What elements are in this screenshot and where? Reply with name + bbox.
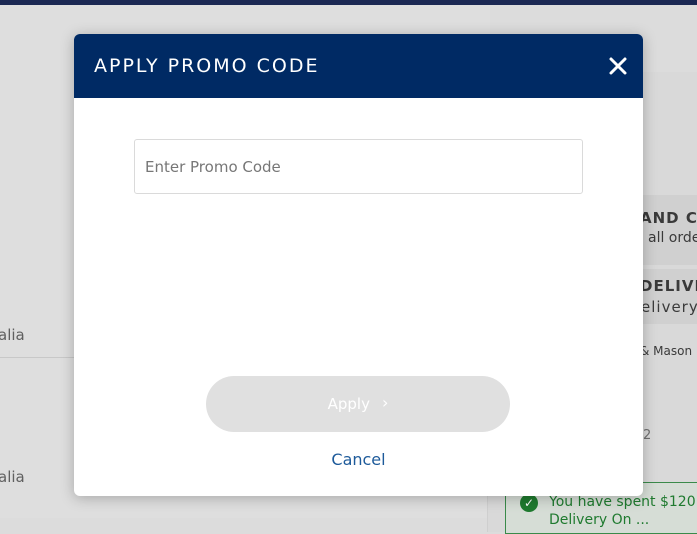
modal-header: APPLY PROMO CODE <box>74 34 643 98</box>
chevron-right-icon: › <box>381 392 389 412</box>
background-sub-text: all orde <box>648 230 697 246</box>
promo-code-modal: APPLY PROMO CODE Apply › Cancel <box>74 34 643 496</box>
background-heading-text: DELIVE <box>640 277 697 295</box>
promo-code-input[interactable] <box>134 139 583 194</box>
background-country-text: alia <box>0 326 25 344</box>
background-sub-text: elivery <box>641 298 697 316</box>
background-digit-text: 2 <box>643 428 652 443</box>
cancel-label: Cancel <box>331 450 386 469</box>
apply-button-content: Apply › <box>327 392 389 413</box>
cancel-link[interactable]: Cancel <box>74 450 643 469</box>
close-icon <box>609 57 627 75</box>
check-circle-icon: ✓ <box>520 494 538 512</box>
background-spend-notice-text: You have spent $120 <box>549 494 696 510</box>
apply-button[interactable]: Apply › <box>206 376 510 432</box>
background-brand-text: & Mason <box>640 344 693 358</box>
background-heading-text: AND CO <box>640 209 697 227</box>
modal-title: APPLY PROMO CODE <box>94 55 320 77</box>
apply-label: Apply <box>327 395 370 413</box>
background-spend-notice-text: Delivery On ... <box>549 512 650 528</box>
background-country-text: alia <box>0 468 25 486</box>
close-button[interactable] <box>606 54 630 78</box>
